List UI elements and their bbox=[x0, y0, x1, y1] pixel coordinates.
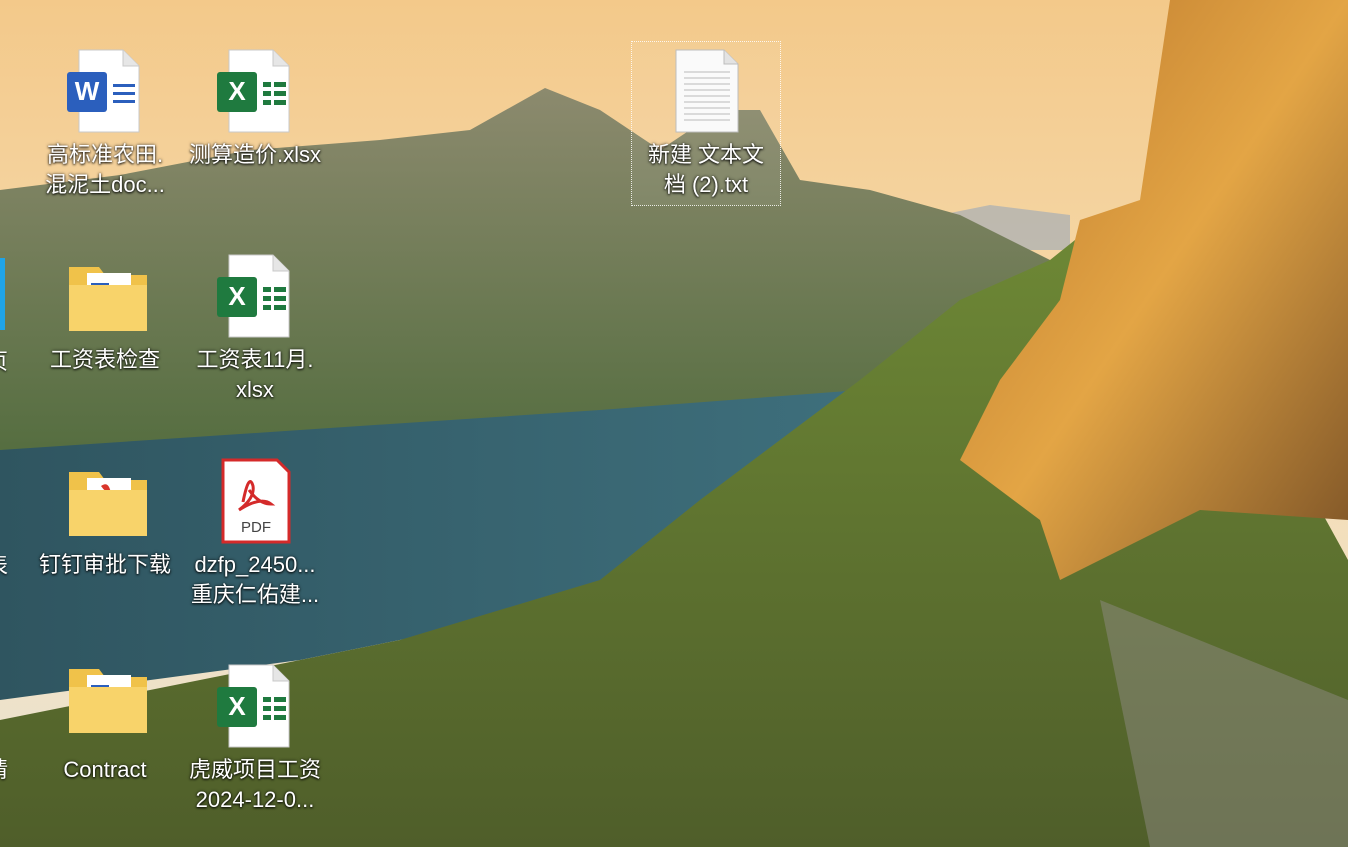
icon-label: Contract bbox=[63, 757, 147, 782]
svg-text:W: W bbox=[75, 76, 100, 106]
icon-label: 工资表11月. xlsx bbox=[196, 347, 314, 402]
text-file-icon bbox=[666, 48, 746, 134]
cropped-icon-label: 表 bbox=[0, 551, 8, 581]
excel-icon: X bbox=[215, 48, 295, 134]
svg-text:X: X bbox=[228, 281, 246, 311]
excel-icon: X bbox=[215, 663, 295, 749]
desktop-icon-folder-dingtalk[interactable]: 钉钉审批下载 bbox=[30, 452, 180, 617]
folder-icon bbox=[65, 663, 147, 749]
word-document-icon: W bbox=[65, 48, 145, 134]
pdf-badge-text: PDF bbox=[241, 519, 271, 536]
svg-text:X: X bbox=[228, 691, 246, 721]
icon-label: 测算造价.xlsx bbox=[188, 142, 321, 167]
desktop-icon-excel-estimate[interactable]: X 测算造价.xlsx bbox=[180, 42, 330, 207]
cropped-icon-label: 请 bbox=[0, 755, 8, 785]
cropped-app-icon[interactable] bbox=[0, 258, 5, 330]
icon-label: 钉钉审批下载 bbox=[38, 552, 171, 577]
icon-label: 高标准农田. 混泥土doc... bbox=[45, 142, 165, 197]
folder-icon bbox=[65, 458, 147, 544]
icon-label: 新建 文本文 档 (2).txt bbox=[647, 142, 765, 197]
folder-icon bbox=[65, 253, 147, 339]
desktop-icon-folder-payroll-check[interactable]: 工资表检查 bbox=[30, 247, 180, 412]
desktop-icon-text-file[interactable]: 新建 文本文 档 (2).txt bbox=[631, 41, 781, 206]
desktop-icon-excel-huwei-payroll[interactable]: X 虎威项目工资 2024-12-0... bbox=[180, 657, 330, 822]
pdf-icon: PDF bbox=[215, 458, 295, 544]
desktop-icon-excel-payroll-nov[interactable]: X 工资表11月. xlsx bbox=[180, 247, 330, 412]
cropped-icon-label: 页 bbox=[0, 347, 8, 377]
desktop-icon-pdf-invoice[interactable]: PDF dzfp_2450... 重庆仁佑建... bbox=[180, 452, 330, 617]
excel-icon: X bbox=[215, 253, 295, 339]
svg-text:X: X bbox=[228, 76, 246, 106]
icon-label: dzfp_2450... 重庆仁佑建... bbox=[190, 552, 320, 607]
icon-label: 虎威项目工资 2024-12-0... bbox=[188, 757, 321, 812]
desktop-icon-word-doc[interactable]: W 高标准农田. 混泥土doc... bbox=[30, 42, 180, 207]
desktop-icon-folder-contract[interactable]: Contract bbox=[30, 657, 180, 822]
icon-label: 工资表检查 bbox=[49, 347, 160, 372]
